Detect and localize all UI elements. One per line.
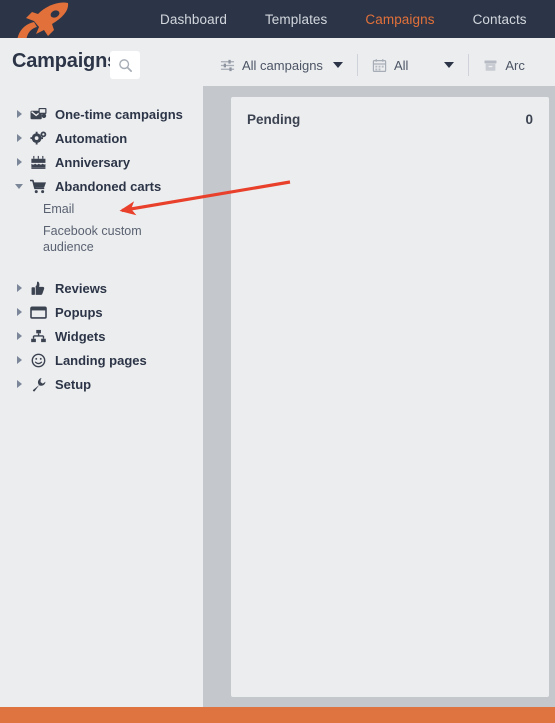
chevron-right-icon[interactable] <box>14 380 24 388</box>
chevron-right-icon[interactable] <box>14 332 24 340</box>
sidebar-item-landing-pages[interactable]: Landing pages <box>0 348 203 372</box>
archive-box-icon <box>484 59 497 71</box>
sidebar-child-facebook-custom-audience[interactable]: Facebook custom audience <box>0 220 165 258</box>
chevron-down-icon[interactable] <box>14 183 24 189</box>
content-area: Pending 0 <box>228 86 555 707</box>
app-window: Dashboard Templates Campaigns Contacts C… <box>0 0 555 723</box>
nav-link-contacts[interactable]: Contacts <box>473 12 527 27</box>
chevron-right-icon[interactable] <box>14 134 24 142</box>
sidebar-item-label: Landing pages <box>55 352 147 368</box>
pending-panel: Pending 0 <box>231 97 549 697</box>
sidebar-item-label: Widgets <box>55 328 106 344</box>
chevron-right-icon[interactable] <box>14 308 24 316</box>
chevron-right-icon[interactable] <box>14 158 24 166</box>
sidebar-item-widgets[interactable]: Widgets <box>0 324 203 348</box>
pending-panel-header: Pending 0 <box>231 97 549 127</box>
filter-date-range[interactable]: All <box>372 52 455 78</box>
chevron-right-icon[interactable] <box>14 110 24 118</box>
search-icon <box>118 58 132 72</box>
toolbar-divider-2 <box>468 54 470 76</box>
chevron-right-icon[interactable] <box>14 284 24 292</box>
shopping-cart-icon <box>29 179 48 194</box>
sidebar-item-label: Abandoned carts <box>55 178 162 194</box>
sidebar-item-label: Reviews <box>55 280 108 296</box>
sitemap-icon <box>29 329 48 344</box>
one-time-campaigns-icon <box>29 107 48 122</box>
wrench-icon <box>29 377 48 392</box>
search-button[interactable] <box>110 51 140 79</box>
nav-link-dashboard[interactable]: Dashboard <box>160 12 227 27</box>
sidebar-item-label: Popups <box>55 304 103 320</box>
birthday-cake-icon <box>29 155 48 170</box>
sidebar-item-one-time-campaigns[interactable]: One-time campaigns <box>0 102 203 126</box>
filter-all-campaigns[interactable]: All campaigns <box>220 52 343 78</box>
sidebar-item-abandoned-carts[interactable]: Abandoned carts <box>0 174 203 198</box>
sidebar-item-label: Automation <box>55 130 128 146</box>
sidebar-item-setup[interactable]: Setup <box>0 372 203 396</box>
sidebar-item-anniversary[interactable]: Anniversary <box>0 150 203 174</box>
filter-archived-label: Arc <box>505 57 525 73</box>
sidebar-item-automation[interactable]: Automation <box>0 126 203 150</box>
sidebar-tree: One-time campaigns Automation Anniversar… <box>0 86 203 707</box>
filter-all-campaigns-label: All campaigns <box>242 57 323 73</box>
pending-panel-title: Pending <box>247 112 301 127</box>
sliders-filter-icon <box>220 59 235 71</box>
nav-links: Dashboard Templates Campaigns Contacts <box>160 0 527 38</box>
toolbar-divider-1 <box>356 54 358 76</box>
sidebar-content-divider <box>203 86 228 707</box>
page-title: Campaigns <box>12 50 119 72</box>
sidebar-item-popups[interactable]: Popups <box>0 300 203 324</box>
top-navigation-bar: Dashboard Templates Campaigns Contacts <box>0 0 555 44</box>
sidebar-child-email[interactable]: Email <box>0 198 165 220</box>
chevron-down-icon <box>444 62 455 68</box>
sidebar-item-reviews[interactable]: Reviews <box>0 276 203 300</box>
thumbs-up-icon <box>29 281 48 296</box>
sidebar-item-label: Anniversary <box>55 154 131 170</box>
sidebar-item-label: Setup <box>55 376 92 392</box>
footer-bar <box>0 707 555 723</box>
nav-link-templates[interactable]: Templates <box>265 12 327 27</box>
pending-panel-count: 0 <box>525 112 533 127</box>
filter-archived[interactable]: Arc <box>483 52 525 78</box>
chevron-right-icon[interactable] <box>14 356 24 364</box>
filter-toolbar: All campaigns All Arc <box>220 52 525 78</box>
gears-icon <box>29 130 48 146</box>
browser-window-icon <box>29 305 48 320</box>
calendar-icon <box>372 58 387 72</box>
smiley-face-icon <box>29 353 48 368</box>
filter-date-range-label: All <box>393 57 409 73</box>
nav-link-campaigns[interactable]: Campaigns <box>365 12 434 27</box>
chevron-down-icon <box>332 62 343 68</box>
sidebar-item-label: One-time campaigns <box>55 106 183 122</box>
